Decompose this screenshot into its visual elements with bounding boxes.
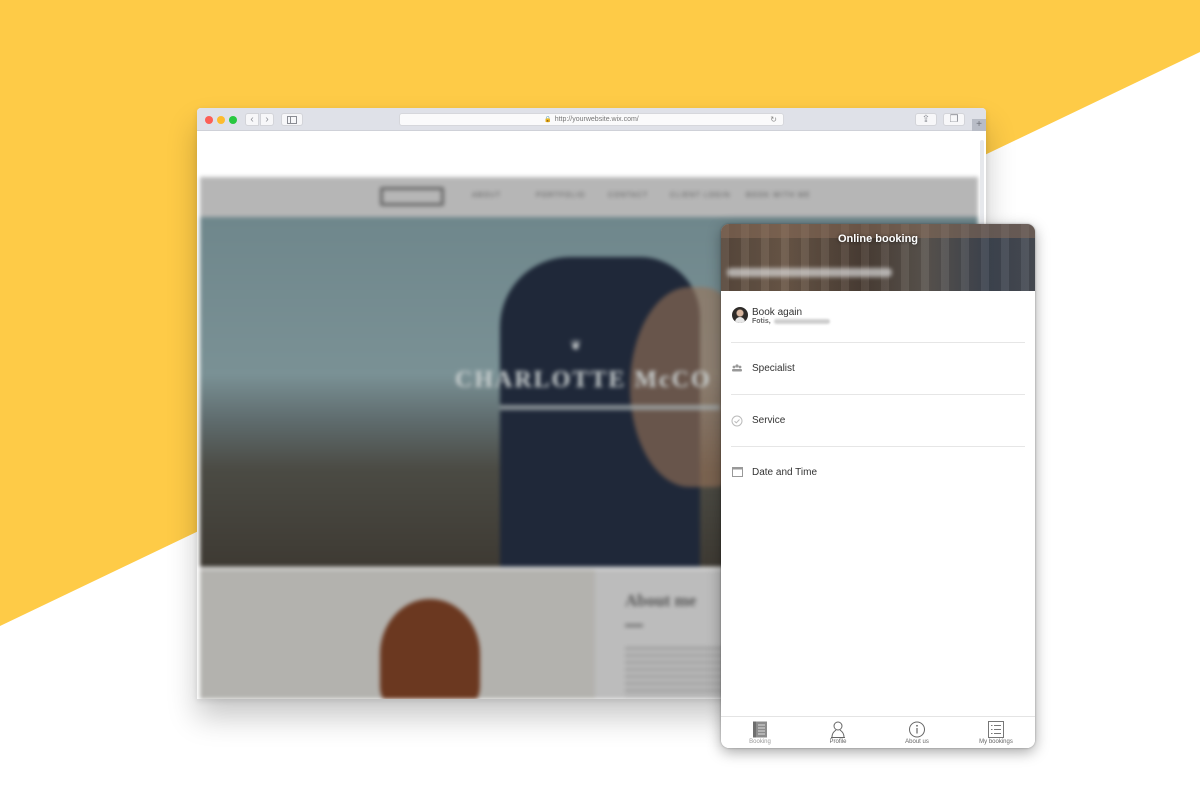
site-nav-item[interactable]: PORTFOLIO <box>536 192 585 199</box>
specialist-row[interactable]: Specialist <box>731 343 1025 395</box>
maximize-window-button[interactable] <box>229 116 237 124</box>
business-name-blurred <box>727 268 892 277</box>
show-tabs-button[interactable]: ❐ <box>943 113 965 126</box>
tab-booking-label: Booking <box>749 739 771 745</box>
reload-icon[interactable]: ↻ <box>770 114 777 126</box>
service-row[interactable]: Service <box>731 395 1025 447</box>
people-icon <box>731 363 743 375</box>
info-icon <box>909 721 925 738</box>
about-text <box>625 647 725 697</box>
calendar-icon <box>731 467 743 479</box>
tabs-icon: ❐ <box>949 114 959 125</box>
service-label: Service <box>752 415 786 426</box>
about-divider <box>625 624 643 627</box>
profile-icon <box>831 721 845 738</box>
widget-header: Online booking <box>721 224 1035 291</box>
date-time-row[interactable]: Date and Time <box>731 447 1025 499</box>
tab-profile-label: Profile <box>829 739 847 745</box>
book-again-row[interactable]: Book again Fotis, <box>731 291 1025 343</box>
book-again-specialist: Fotis, <box>752 318 830 325</box>
widget-tab-bar: Booking Profile About us My bookings <box>721 716 1035 748</box>
site-nav-item[interactable]: BOOK WITH ME <box>746 192 811 199</box>
hero-subtitle <box>500 405 720 410</box>
tab-profile[interactable]: Profile <box>799 717 877 748</box>
stage: ‹ › 🔒 http://yourwebsite.wix.com/ ↻ ⇪ ❐ +… <box>0 0 1200 786</box>
address-bar[interactable]: 🔒 http://yourwebsite.wix.com/ ↻ <box>399 113 784 126</box>
new-tab-button[interactable]: + <box>972 119 986 131</box>
hero-logo-mark: ❦ <box>570 337 582 353</box>
site-nav-item[interactable]: ABOUT <box>472 192 501 199</box>
site-logo[interactable] <box>380 187 444 206</box>
forward-button[interactable]: › <box>260 113 274 126</box>
avatar <box>732 307 748 323</box>
booking-icon <box>753 721 767 738</box>
address-url: http://yourwebsite.wix.com/ <box>554 116 639 123</box>
tab-my-bookings-label: My bookings <box>979 739 1013 745</box>
tab-my-bookings[interactable]: My bookings <box>957 717 1035 748</box>
back-button[interactable]: ‹ <box>245 113 259 126</box>
browser-toolbar: ‹ › 🔒 http://yourwebsite.wix.com/ ↻ ⇪ ❐ + <box>197 108 986 131</box>
check-circle-icon <box>731 415 743 427</box>
widget-title: Online booking <box>837 233 919 245</box>
plus-icon: + <box>976 119 982 130</box>
tab-about-us[interactable]: About us <box>878 717 956 748</box>
site-nav: ABOUT PORTFOLIO CONTACT CLIENT LOGIN BOO… <box>200 177 978 217</box>
about-title: About me <box>625 591 697 610</box>
specialist-label: Specialist <box>752 363 795 374</box>
site-nav-item[interactable]: CONTACT <box>608 192 648 199</box>
list-icon <box>988 721 1004 738</box>
about-photo <box>200 569 595 699</box>
tab-about-us-label: About us <box>905 739 929 745</box>
minimize-window-button[interactable] <box>217 116 225 124</box>
lock-icon: 🔒 <box>544 117 552 123</box>
booking-widget: Online booking Book again Fotis, Special… <box>721 224 1035 748</box>
portrait-photo <box>380 599 480 699</box>
close-window-button[interactable] <box>205 116 213 124</box>
site-nav-item[interactable]: CLIENT LOGIN <box>670 192 731 199</box>
sidebar-icon <box>287 116 297 124</box>
chevron-left-icon: ‹ <box>250 114 254 125</box>
service-name-blurred <box>773 318 830 324</box>
book-again-label: Book again <box>752 307 803 318</box>
share-button[interactable]: ⇪ <box>915 113 937 126</box>
sidebar-toggle-button[interactable] <box>281 113 303 126</box>
share-icon: ⇪ <box>921 114 931 125</box>
chevron-right-icon: › <box>265 114 269 125</box>
specialist-name: Fotis, <box>752 318 771 325</box>
date-time-label: Date and Time <box>752 467 818 478</box>
tab-booking[interactable]: Booking <box>721 717 799 748</box>
hero-title: CHARLOTTE McCO <box>455 367 712 393</box>
